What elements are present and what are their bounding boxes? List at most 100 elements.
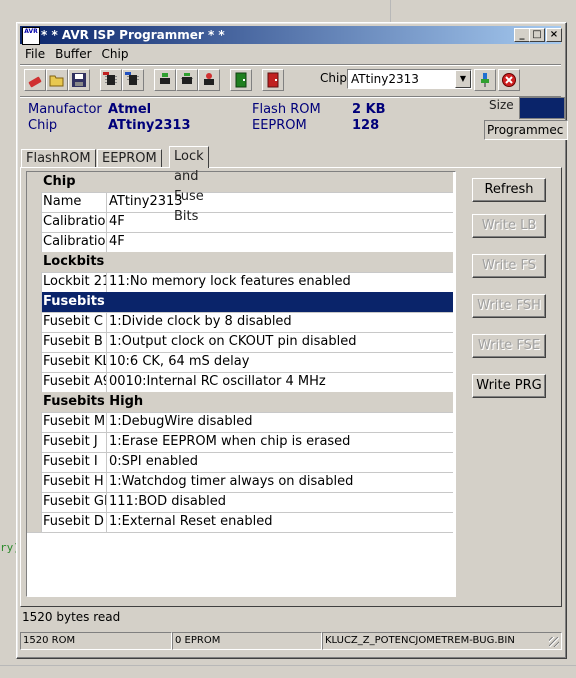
group-header-row[interactable]: Lockbits <box>27 252 453 273</box>
menu-chip[interactable]: Chip <box>97 45 134 63</box>
status-rom: 1520 ROM <box>20 632 172 650</box>
eeprom-label: EEPROM <box>252 118 307 133</box>
chip-select-label: Chip <box>320 71 347 85</box>
row-indicator <box>27 372 42 392</box>
menu-buffer[interactable]: Buffer <box>50 45 96 63</box>
door-red-icon[interactable] <box>262 69 284 91</box>
chip-read-icon[interactable] <box>100 69 122 91</box>
tab-flashrom[interactable]: FlashROM <box>21 149 96 167</box>
row-indicator <box>27 212 42 232</box>
fuse-row[interactable]: Name ATtiny2313 <box>27 192 453 213</box>
fuse-row[interactable]: Fusebit D 1:External Reset enabled <box>27 512 453 533</box>
fuse-value-cell[interactable]: ATtiny2313 <box>107 192 449 212</box>
row-indicator <box>27 452 42 472</box>
eraser-icon[interactable] <box>24 69 46 91</box>
menu-bar: File Buffer Chip <box>20 45 133 63</box>
chip-verify-icon[interactable] <box>154 69 176 91</box>
fuse-row[interactable]: Fusebit M 1:DebugWire disabled <box>27 412 453 433</box>
write-fsh-button[interactable]: Write FSH <box>472 294 546 318</box>
fuse-row[interactable]: Fusebit B 1:Output clock on CKOUT pin dis… <box>27 332 453 353</box>
write-fs-button[interactable]: Write FS <box>472 254 546 278</box>
chip-program-icon[interactable] <box>176 69 198 91</box>
fuse-value-cell[interactable]: 0:SPI enabled <box>107 452 449 472</box>
chip-erase-icon[interactable] <box>198 69 220 91</box>
group-header-label: Fusebits High <box>43 394 144 409</box>
fuse-row[interactable]: Calibration 4F <box>27 232 453 253</box>
fuse-name-cell: Fusebit I <box>42 452 107 472</box>
connect-icon[interactable] <box>474 69 496 91</box>
fuse-name-cell: Fusebit H <box>42 472 107 492</box>
app-icon[interactable]: AVR <box>22 27 40 45</box>
tab-lock-fuse-bits[interactable]: Lock and Fuse Bits <box>169 146 209 224</box>
fuse-value-cell[interactable]: 10:6 CK, 64 mS delay <box>107 352 449 372</box>
fuse-value-cell[interactable]: 0010:Internal RC oscillator 4 MHz <box>107 372 449 392</box>
chip-write-icon[interactable] <box>122 69 144 91</box>
maximize-button[interactable]: □ <box>529 28 545 42</box>
group-header-row[interactable]: Fusebits High <box>27 392 453 413</box>
background-divider <box>390 0 391 22</box>
stop-icon[interactable] <box>498 69 520 91</box>
write-fse-button[interactable]: Write FSE <box>472 334 546 358</box>
group-header-row[interactable]: Chip <box>27 172 453 193</box>
write-prg-button[interactable]: Write PRG <box>472 374 546 398</box>
fuse-value-cell[interactable]: 111:BOD disabled <box>107 492 449 512</box>
fuse-row[interactable]: Fusebit GF 111:BOD disabled <box>27 492 453 513</box>
flash-rom-label: Flash ROM <box>252 102 321 117</box>
fuse-value-cell[interactable]: 1:Output clock on CKOUT pin disabled <box>107 332 449 352</box>
size-label: Size <box>489 98 514 112</box>
open-folder-icon[interactable] <box>46 69 68 91</box>
status-message: 1520 bytes read <box>22 610 121 624</box>
door-green-icon[interactable] <box>230 69 252 91</box>
fuse-row[interactable]: Fusebit I 0:SPI enabled <box>27 452 453 473</box>
row-indicator <box>27 292 42 312</box>
row-indicator <box>27 472 42 492</box>
size-indicator <box>519 97 565 119</box>
title-bar[interactable]: AVR * * AVR ISP Programmer * * _ □ × <box>20 26 562 45</box>
fuse-grid[interactable]: Chip Name ATtiny2313 Calibration 4F Calibrati… <box>26 171 456 597</box>
save-disk-icon[interactable] <box>68 69 90 91</box>
fuse-value-cell[interactable]: 1:Divide clock by 8 disabled <box>107 312 449 332</box>
group-header-row[interactable]: Fusebits <box>27 292 453 313</box>
fuse-name-cell: Fusebit C <box>42 312 107 332</box>
fuse-row[interactable]: Lockbit 21 11:No memory lock features ena… <box>27 272 453 293</box>
fuse-row[interactable]: Fusebit A9 0010:Internal RC oscillator 4 … <box>27 372 453 393</box>
minimize-button[interactable]: _ <box>514 28 530 42</box>
fuse-name-cell: Fusebit A9 <box>42 372 107 392</box>
fuse-row[interactable]: Fusebit H 1:Watchdog timer always on disa… <box>27 472 453 493</box>
fuse-value-cell[interactable]: 1:External Reset enabled <box>107 512 449 532</box>
fuse-value-cell[interactable]: 11:No memory lock features enabled <box>107 272 449 292</box>
fuse-value-cell[interactable]: 1:DebugWire disabled <box>107 412 449 432</box>
fuse-row[interactable]: Fusebit C 1:Divide clock by 8 disabled <box>27 312 453 333</box>
fuse-value-cell[interactable]: 1:Erase EEPROM when chip is erased <box>107 432 449 452</box>
fuse-value-cell[interactable]: 4F <box>107 212 449 232</box>
chip-select[interactable]: ATtiny2313 ▼ <box>347 69 472 89</box>
row-indicator <box>27 512 42 532</box>
mode-field: Programmec <box>484 120 568 140</box>
info-separator <box>20 96 561 98</box>
row-indicator <box>27 272 42 292</box>
fuse-name-cell: Lockbit 21 <box>42 272 107 292</box>
resize-grip[interactable] <box>549 637 559 647</box>
row-indicator <box>27 392 41 412</box>
write-lb-button[interactable]: Write LB <box>472 214 546 238</box>
fuse-name-cell: Calibration <box>42 232 107 252</box>
toolbar: Chip ATtiny2313 ▼ <box>20 67 561 95</box>
close-button[interactable]: × <box>546 28 562 42</box>
manufactor-label: Manufactor <box>28 102 102 117</box>
fuse-row[interactable]: Fusebit KL 10:6 CK, 64 mS delay <box>27 352 453 373</box>
fuse-value-cell[interactable]: 4F <box>107 232 449 252</box>
fuse-value-cell[interactable]: 1:Watchdog timer always on disabled <box>107 472 449 492</box>
fuse-row[interactable]: Fusebit J 1:Erase EEPROM when chip is era… <box>27 432 453 453</box>
fuse-row[interactable]: Calibration 4F <box>27 212 453 233</box>
menu-file[interactable]: File <box>20 45 50 63</box>
tab-eeprom[interactable]: EEPROM <box>97 149 162 167</box>
fuse-name-cell: Fusebit B <box>42 332 107 352</box>
chevron-down-icon[interactable]: ▼ <box>455 70 471 88</box>
fuse-name-cell: Name <box>42 192 107 212</box>
refresh-button[interactable]: Refresh <box>472 178 546 202</box>
row-indicator <box>27 412 42 432</box>
status-bar: 1520 ROM 0 EPROM KLUCZ_Z_POTENCJOMETREM-… <box>20 632 562 650</box>
row-indicator <box>27 312 42 332</box>
app-window: AVR * * AVR ISP Programmer * * _ □ × Fil… <box>16 22 568 659</box>
toolbar-separator <box>20 64 561 66</box>
